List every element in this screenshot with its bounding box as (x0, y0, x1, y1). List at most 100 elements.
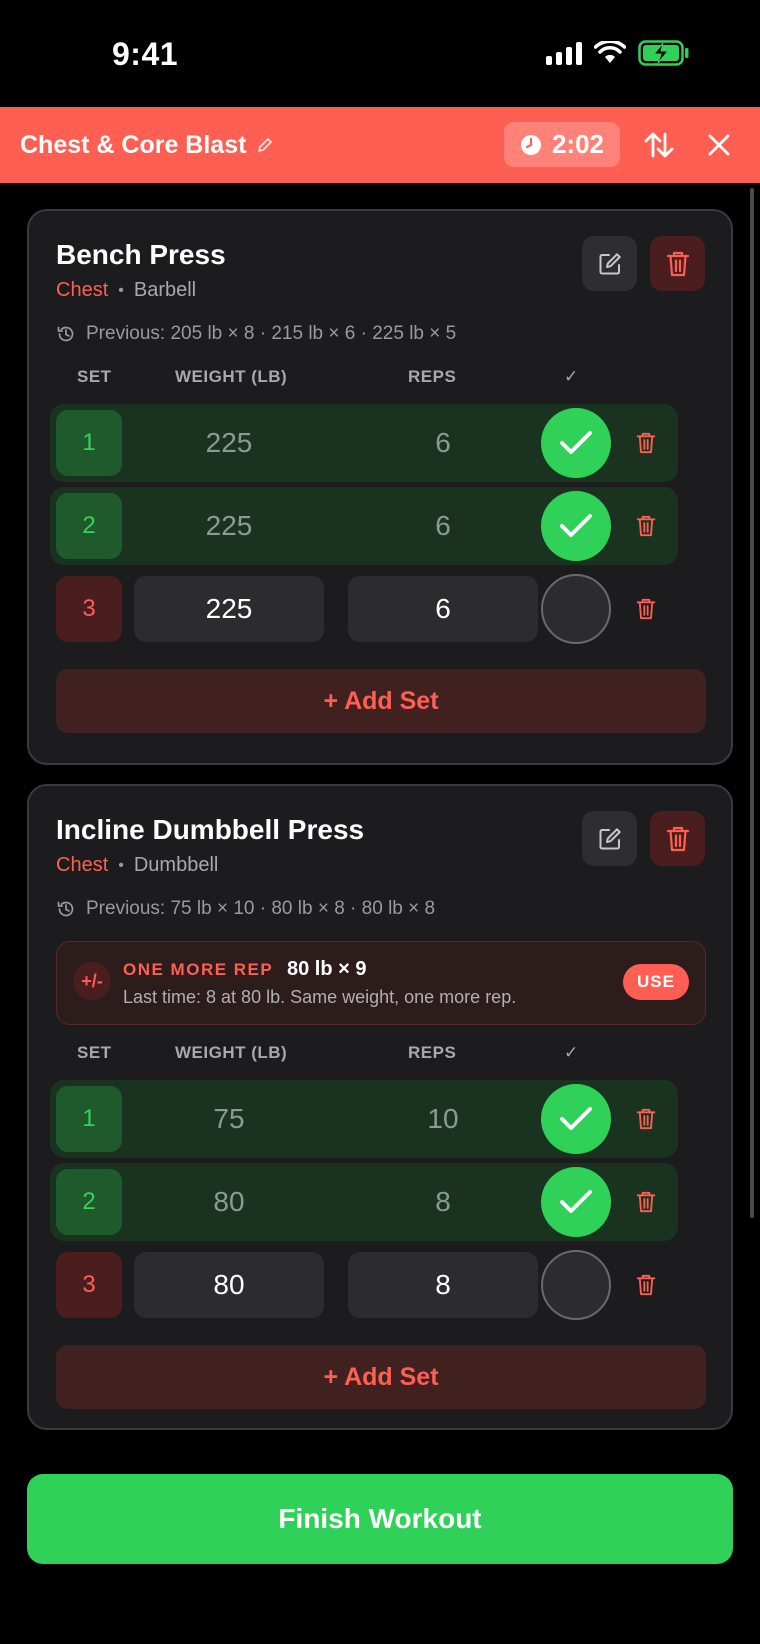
separator: • (118, 856, 124, 874)
exercise-card: Incline Dumbbell Press Chest • Dumbbell … (27, 784, 733, 1430)
weight-input[interactable]: 225 (134, 410, 324, 476)
clock-icon (520, 134, 541, 155)
plus-minus-icon: +/- (73, 962, 111, 1000)
set-row: 2 80 8 (50, 1163, 678, 1241)
checkmark-icon (560, 514, 592, 537)
history-icon (57, 326, 74, 342)
suggestion-target: 80 lb × 9 (287, 958, 367, 980)
delete-set-button[interactable] (634, 429, 658, 457)
muscle-label: Chest (56, 279, 109, 301)
signal-icon (546, 41, 582, 65)
set-row: 2 225 6 (50, 487, 678, 565)
separator: • (118, 281, 124, 299)
delete-set-button[interactable] (634, 1271, 658, 1299)
trash-icon (636, 1191, 656, 1213)
progression-suggestion: +/- ONE MORE REP 80 lb × 9 Last time: 8 … (56, 941, 706, 1025)
add-set-button[interactable]: + Add Set (56, 1345, 706, 1409)
weight-input[interactable]: 75 (134, 1086, 324, 1152)
weight-input[interactable]: 225 (134, 493, 324, 559)
equipment-label: Dumbbell (133, 854, 219, 876)
column-check: ✓ (564, 1043, 579, 1062)
scrollbar[interactable] (750, 188, 754, 1218)
set-row: 1 225 6 (50, 404, 678, 482)
reps-input[interactable]: 6 (348, 410, 538, 476)
reps-input[interactable]: 8 (348, 1169, 538, 1235)
weight-input[interactable]: 80 (134, 1252, 324, 1318)
set-row: 3 225 6 (50, 570, 678, 648)
checkmark-icon (560, 431, 592, 454)
reps-input[interactable]: 8 (348, 1252, 538, 1318)
delete-exercise-button[interactable] (650, 811, 705, 866)
delete-set-button[interactable] (634, 1188, 658, 1216)
complete-set-toggle[interactable] (541, 1167, 611, 1237)
delete-set-button[interactable] (634, 1105, 658, 1133)
complete-set-toggle[interactable] (541, 1250, 611, 1320)
set-number: 2 (56, 493, 122, 559)
complete-set-toggle[interactable] (541, 408, 611, 478)
workout-content[interactable]: Bench Press Chest • Barbell Previous: 20… (0, 183, 760, 1644)
delete-exercise-button[interactable] (650, 236, 705, 291)
equipment-label: Barbell (133, 279, 197, 301)
column-check: ✓ (564, 367, 579, 386)
edit-exercise-button[interactable] (582, 811, 637, 866)
set-row: 1 75 10 (50, 1080, 678, 1158)
set-number: 1 (56, 1086, 122, 1152)
column-weight: WEIGHT (LB) (175, 367, 288, 386)
use-suggestion-button[interactable]: USE (623, 964, 689, 1000)
complete-set-toggle[interactable] (541, 574, 611, 644)
exercise-card: Bench Press Chest • Barbell Previous: 20… (27, 209, 733, 765)
set-number: 2 (56, 1169, 122, 1235)
status-bar: 9:41 (0, 0, 760, 107)
reps-input[interactable]: 10 (348, 1086, 538, 1152)
set-table-header: SET WEIGHT (LB) REPS ✓ (56, 1043, 706, 1073)
edit-icon (599, 252, 621, 274)
delete-set-button[interactable] (634, 512, 658, 540)
checkmark-icon (560, 1107, 592, 1130)
set-number: 1 (56, 410, 122, 476)
trash-icon (636, 598, 656, 620)
trash-icon (666, 826, 689, 851)
pencil-icon[interactable] (256, 136, 274, 154)
history-icon (57, 901, 74, 917)
exercise-title: Bench Press (56, 239, 226, 270)
add-set-button[interactable]: + Add Set (56, 669, 706, 733)
battery-charging-icon (638, 40, 689, 66)
status-time: 9:41 (112, 36, 179, 72)
trash-icon (636, 432, 656, 454)
close-button[interactable] (697, 123, 741, 167)
trash-icon (666, 251, 689, 276)
previous-performance: Previous: 205 lb × 8 · 215 lb × 6 · 225 … (56, 323, 456, 345)
previous-text: Previous: 75 lb × 10 · 80 lb × 8 · 80 lb… (86, 898, 436, 919)
exercise-subtitle: Chest • Dumbbell (56, 854, 218, 877)
finish-workout-button[interactable]: Finish Workout (27, 1474, 733, 1564)
set-number: 3 (56, 576, 122, 642)
column-reps: REPS (408, 1043, 457, 1062)
column-weight: WEIGHT (LB) (175, 1043, 288, 1062)
workout-header: Chest & Core Blast 2:02 (0, 107, 760, 183)
complete-set-toggle[interactable] (541, 1084, 611, 1154)
trash-icon (636, 1108, 656, 1130)
reorder-button[interactable] (637, 123, 681, 167)
trash-icon (636, 1274, 656, 1296)
delete-set-button[interactable] (634, 595, 658, 623)
reorder-icon (644, 132, 674, 158)
close-icon (708, 134, 730, 156)
rest-timer[interactable]: 2:02 (504, 122, 620, 167)
reps-input[interactable]: 6 (348, 493, 538, 559)
column-set: SET (77, 367, 112, 386)
weight-input[interactable]: 80 (134, 1169, 324, 1235)
weight-input[interactable]: 225 (134, 576, 324, 642)
complete-set-toggle[interactable] (541, 491, 611, 561)
set-table-header: SET WEIGHT (LB) REPS ✓ (56, 367, 706, 397)
status-icons (546, 40, 690, 66)
workout-title[interactable]: Chest & Core Blast (20, 131, 246, 160)
set-row: 3 80 8 (50, 1246, 678, 1324)
edit-icon (599, 827, 621, 849)
timer-value: 2:02 (551, 129, 605, 159)
checkmark-icon (560, 1190, 592, 1213)
reps-input[interactable]: 6 (348, 576, 538, 642)
column-set: SET (77, 1043, 112, 1062)
suggestion-kicker: ONE MORE REP (123, 960, 274, 979)
previous-text: Previous: 205 lb × 8 · 215 lb × 6 · 225 … (86, 323, 457, 344)
edit-exercise-button[interactable] (582, 236, 637, 291)
